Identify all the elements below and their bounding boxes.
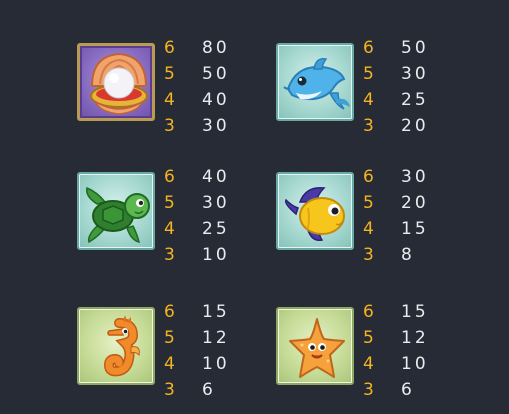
payout-value: 50 — [401, 38, 429, 58]
match-count: 6 — [164, 302, 175, 322]
payout-value: 10 — [401, 354, 429, 374]
payout-row: 6 30 — [363, 164, 429, 190]
turtle-icon — [85, 186, 150, 244]
payout-row: 3 6 — [164, 377, 230, 403]
payout-row: 6 15 — [363, 299, 429, 325]
payout-value: 12 — [401, 328, 429, 348]
payout-value: 15 — [401, 219, 429, 239]
payout-row: 3 10 — [164, 242, 230, 268]
payout-table-starfish: 6 15 5 12 4 10 3 6 — [363, 299, 429, 403]
dolphin-icon — [283, 57, 350, 110]
payout-row: 4 25 — [363, 87, 429, 113]
payout-value: 30 — [401, 64, 429, 84]
payout-value: 40 — [202, 90, 230, 110]
match-count: 4 — [164, 354, 175, 374]
payout-row: 4 40 — [164, 87, 230, 113]
match-count: 4 — [363, 354, 374, 374]
payout-value: 15 — [202, 302, 230, 322]
payout-row: 3 30 — [164, 113, 230, 139]
match-count: 6 — [363, 167, 374, 187]
payout-table-pearl: 6 80 5 50 4 40 3 30 — [164, 35, 230, 139]
seahorse-icon — [103, 315, 140, 377]
payout-row: 4 15 — [363, 216, 429, 242]
symbol-tile-yellow-fish — [276, 172, 354, 250]
match-count: 3 — [164, 116, 175, 136]
payout-value: 6 — [401, 380, 415, 400]
payout-row: 5 30 — [164, 190, 230, 216]
payout-table-turtle: 6 40 5 30 4 25 3 10 — [164, 164, 230, 268]
match-count: 5 — [363, 193, 374, 213]
symbol-tile-starfish — [276, 307, 354, 385]
payout-value: 30 — [401, 167, 429, 187]
payout-value: 50 — [202, 64, 230, 84]
payout-row: 5 12 — [363, 325, 429, 351]
match-count: 3 — [363, 380, 374, 400]
payout-row: 6 15 — [164, 299, 230, 325]
payout-row: 5 30 — [363, 61, 429, 87]
payout-value: 15 — [401, 302, 429, 322]
match-count: 6 — [164, 167, 175, 187]
payout-row: 3 20 — [363, 113, 429, 139]
match-count: 5 — [164, 193, 175, 213]
symbol-tile-turtle — [77, 172, 155, 250]
payout-value: 30 — [202, 193, 230, 213]
match-count: 6 — [363, 38, 374, 58]
paytable-card-seahorse: 6 15 5 12 4 10 3 6 — [77, 302, 277, 407]
payout-row: 4 10 — [363, 351, 429, 377]
match-count: 5 — [164, 328, 175, 348]
match-count: 4 — [363, 219, 374, 239]
pearl-shell-icon — [90, 52, 148, 115]
match-count: 3 — [164, 380, 175, 400]
symbol-tile-dolphin — [276, 43, 354, 121]
payout-value: 20 — [401, 116, 429, 136]
payout-row: 4 10 — [164, 351, 230, 377]
match-count: 5 — [164, 64, 175, 84]
payout-value: 10 — [202, 354, 230, 374]
match-count: 6 — [363, 302, 374, 322]
payout-value: 12 — [202, 328, 230, 348]
payout-row: 6 40 — [164, 164, 230, 190]
payout-table-yellow-fish: 6 30 5 20 4 15 3 8 — [363, 164, 429, 268]
match-count: 4 — [164, 90, 175, 110]
payout-value: 10 — [202, 245, 230, 265]
payout-row: 6 50 — [363, 35, 429, 61]
payout-value: 25 — [202, 219, 230, 239]
payout-table-dolphin: 6 50 5 30 4 25 3 20 — [363, 35, 429, 139]
payout-table-seahorse: 6 15 5 12 4 10 3 6 — [164, 299, 230, 403]
payout-value: 80 — [202, 38, 230, 58]
paytable-card-dolphin: 6 50 5 30 4 25 3 20 — [276, 38, 476, 143]
paytable-card-pearl: 6 80 5 50 4 40 3 30 — [77, 38, 277, 143]
paytable-card-starfish: 6 15 5 12 4 10 3 6 — [276, 302, 476, 407]
paytable-card-turtle: 6 40 5 30 4 25 3 10 — [77, 167, 277, 272]
symbol-tile-pearl — [77, 43, 155, 121]
yellow-fish-icon — [284, 187, 345, 242]
payout-row: 6 80 — [164, 35, 230, 61]
payout-row: 4 25 — [164, 216, 230, 242]
payout-row: 5 20 — [363, 190, 429, 216]
paytable-card-yellow-fish: 6 30 5 20 4 15 3 8 — [276, 167, 476, 272]
payout-value: 25 — [401, 90, 429, 110]
match-count: 5 — [363, 328, 374, 348]
payout-row: 5 12 — [164, 325, 230, 351]
payout-value: 6 — [202, 380, 216, 400]
match-count: 4 — [164, 219, 175, 239]
match-count: 6 — [164, 38, 175, 58]
match-count: 3 — [363, 116, 374, 136]
payout-value: 8 — [401, 245, 415, 265]
match-count: 4 — [363, 90, 374, 110]
payout-value: 20 — [401, 193, 429, 213]
payout-value: 30 — [202, 116, 230, 136]
match-count: 5 — [363, 64, 374, 84]
payout-row: 5 50 — [164, 61, 230, 87]
payout-value: 40 — [202, 167, 230, 187]
starfish-icon — [289, 318, 345, 378]
payout-row: 3 8 — [363, 242, 429, 268]
symbol-tile-seahorse — [77, 307, 155, 385]
match-count: 3 — [164, 245, 175, 265]
payout-row: 3 6 — [363, 377, 429, 403]
match-count: 3 — [363, 245, 374, 265]
